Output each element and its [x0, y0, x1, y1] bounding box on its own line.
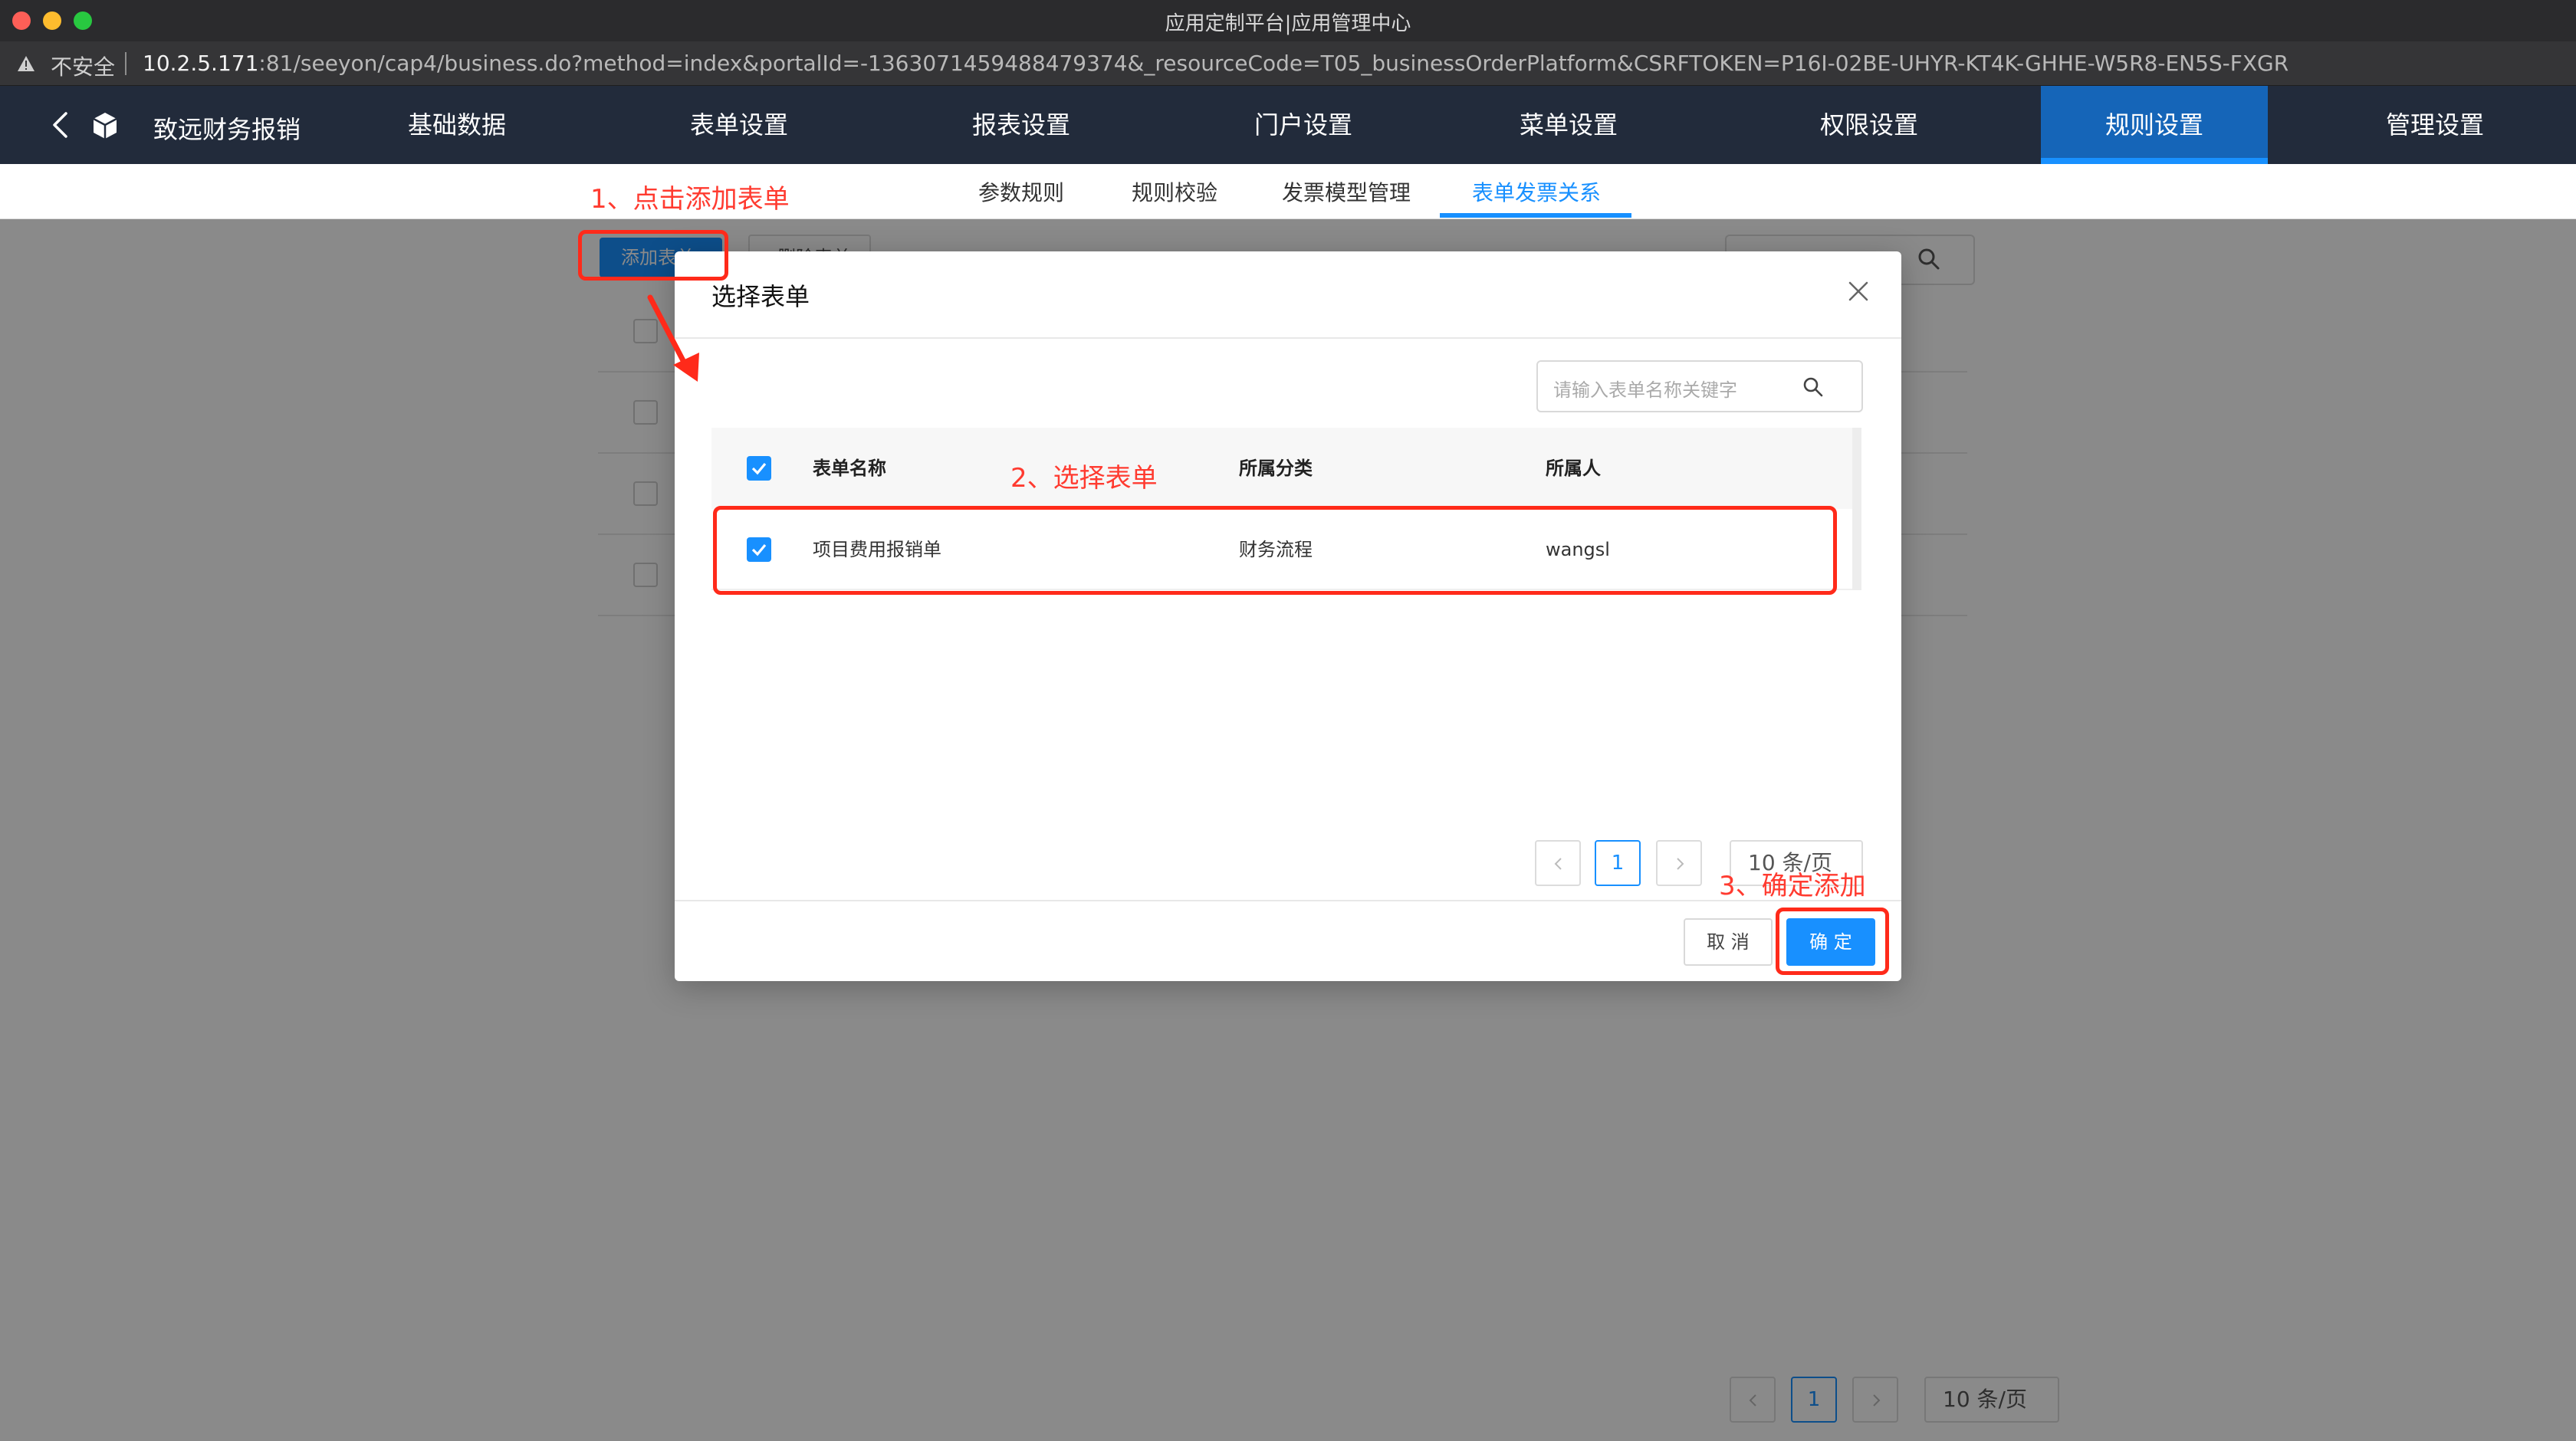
nav-item-form-settings[interactable]: 表单设置 — [626, 86, 853, 164]
tab-form-invoice-relation[interactable]: 表单发票关系 — [1472, 176, 1601, 207]
nav-item-rule-settings[interactable]: 规则设置 — [2041, 86, 2268, 164]
select-all-checkbox[interactable] — [747, 456, 771, 481]
annotation-step1: 1、点击添加表单 — [590, 184, 790, 215]
check-icon — [751, 462, 767, 475]
nav-item-permission-settings[interactable]: 权限设置 — [1756, 86, 1983, 164]
window-titlebar: 应用定制平台|应用管理中心 — [0, 0, 2576, 41]
form-search-input[interactable]: 请输入表单名称关键字 — [1536, 360, 1863, 412]
url-text[interactable]: 10.2.5.171:81/seeyon/cap4/business.do?me… — [143, 51, 2288, 76]
app-logo-icon — [93, 113, 117, 139]
nav-item-portal-settings[interactable]: 门户设置 — [1190, 86, 1417, 164]
next-page-button[interactable] — [1656, 840, 1702, 886]
annotation-highlight-row — [713, 506, 1837, 595]
app-name: 致远财务报销 — [153, 115, 301, 144]
dialog-title: 选择表单 — [711, 282, 810, 311]
chevron-right-icon — [1677, 858, 1684, 870]
url-host: 10.2.5.171 — [143, 51, 259, 76]
cancel-button[interactable]: 取 消 — [1684, 918, 1773, 966]
annotation-highlight-add-button — [578, 230, 728, 281]
address-bar[interactable]: 不安全 10.2.5.171:81/seeyon/cap4/business.d… — [0, 41, 2576, 86]
page-number-button[interactable]: 1 — [1595, 840, 1641, 886]
tab-rule-validation[interactable]: 规则校验 — [1132, 176, 1217, 207]
search-placeholder: 请输入表单名称关键字 — [1553, 379, 1737, 401]
window-title: 应用定制平台|应用管理中心 — [1165, 12, 1411, 35]
annotation-arrow-icon — [647, 294, 699, 382]
nav-item-basic-data[interactable]: 基础数据 — [343, 86, 570, 164]
dialog-divider — [675, 337, 1901, 339]
sub-tabs: 参数规则 规则校验 发票模型管理 表单发票关系 — [0, 164, 2576, 219]
insecure-label: 不安全 — [51, 54, 116, 80]
url-separator — [125, 52, 127, 75]
annotation-step2: 2、选择表单 — [1010, 463, 1158, 494]
annotation-step3: 3、确定添加 — [1719, 871, 1866, 901]
tab-invoice-model[interactable]: 发票模型管理 — [1282, 176, 1411, 207]
footer-divider — [675, 900, 1901, 901]
tab-parameter-rules[interactable]: 参数规则 — [978, 176, 1064, 207]
close-icon[interactable] — [1848, 281, 1869, 302]
select-form-dialog: 选择表单 请输入表单名称关键字 表单名称 所属分类 所属人 项目费用报销单 财务… — [675, 251, 1901, 981]
app-navbar: 致远财务报销 基础数据 表单设置 报表设置 门户设置 菜单设置 权限设置 规则设… — [0, 86, 2576, 164]
url-path: :81/seeyon/cap4/business.do?method=index… — [258, 51, 2289, 76]
back-icon[interactable] — [49, 112, 72, 138]
nav-item-admin-settings[interactable]: 管理设置 — [2321, 86, 2548, 164]
column-header-category: 所属分类 — [1239, 458, 1313, 479]
nav-item-report-settings[interactable]: 报表设置 — [908, 86, 1135, 164]
prev-page-button[interactable] — [1535, 840, 1581, 886]
column-header-owner: 所属人 — [1546, 458, 1601, 479]
search-icon[interactable] — [1802, 376, 1825, 399]
active-tab-indicator — [1440, 213, 1631, 218]
nav-item-menu-settings[interactable]: 菜单设置 — [1455, 86, 1682, 164]
table-scrollbar[interactable] — [1852, 428, 1861, 590]
table-header: 表单名称 所属分类 所属人 — [711, 428, 1852, 509]
column-header-form-name: 表单名称 — [813, 458, 886, 479]
annotation-highlight-confirm — [1776, 908, 1889, 975]
dialog-pagination: 1 10 条/页 — [675, 839, 1901, 888]
chevron-left-icon — [1554, 858, 1562, 870]
warning-icon — [18, 56, 34, 71]
